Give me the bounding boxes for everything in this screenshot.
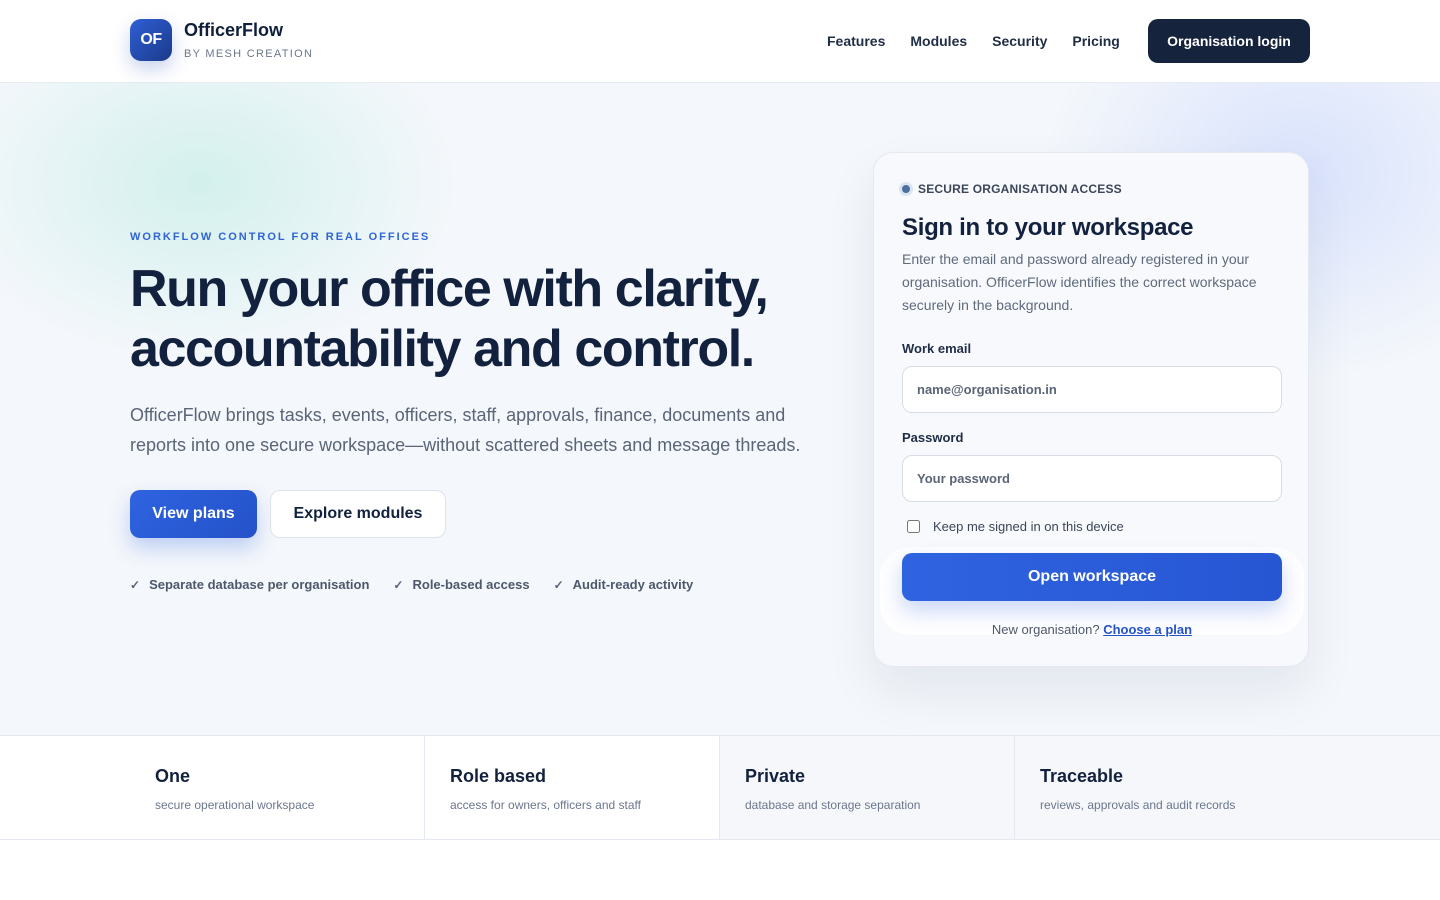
remember-me-label[interactable]: Keep me signed in on this device (933, 519, 1124, 534)
stats-strip: One secure operational workspace Role ba… (0, 735, 1440, 840)
login-card: SECURE ORGANISATION ACCESS Sign in to yo… (873, 152, 1309, 667)
check-icon: ✓ (393, 577, 404, 592)
secure-access-tag: SECURE ORGANISATION ACCESS (902, 182, 1122, 196)
new-organisation-prompt: New organisation? Choose a plan (874, 622, 1310, 637)
feature-checks: ✓ Separate database per organisation ✓ R… (130, 577, 693, 592)
new-org-text: New organisation? (991, 622, 1100, 637)
check-icon: ✓ (553, 577, 564, 592)
check-item: ✓ Audit-ready activity (554, 577, 694, 592)
check-label: Role-based access (412, 577, 530, 592)
check-icon: ✓ (130, 577, 141, 592)
stat-title: Traceable (1040, 766, 1124, 786)
organisation-login-button[interactable]: Organisation login (1148, 19, 1310, 63)
stat-card: One secure operational workspace (0, 736, 425, 839)
hero-headline: Run your office with clarity, accountabi… (130, 260, 769, 378)
secure-access-label: SECURE ORGANISATION ACCESS (918, 182, 1122, 196)
login-title: Sign in to your workspace (902, 214, 1194, 241)
hero-lead: OfficerFlow brings tasks, events, office… (130, 405, 801, 455)
choose-plan-link[interactable]: Choose a plan (1103, 622, 1192, 637)
check-label: Separate database per organisation (149, 577, 370, 592)
check-item: ✓ Role-based access (393, 577, 529, 592)
brand-logo[interactable]: OF (130, 19, 172, 61)
stat-card: Role based access for owners, officers a… (425, 736, 720, 839)
remember-me: Keep me signed in on this device (907, 519, 1124, 534)
status-dot-icon (902, 185, 910, 193)
nav-pricing[interactable]: Pricing (1072, 33, 1119, 49)
check-item: ✓ Separate database per organisation (130, 577, 369, 592)
main-nav: Features Modules Security Pricing (827, 33, 1145, 49)
explore-modules-button[interactable]: Explore modules (270, 490, 446, 538)
email-label: Work email (902, 341, 972, 356)
nav-security[interactable]: Security (992, 33, 1047, 49)
stat-card: Private database and storage separation (720, 736, 1015, 839)
stat-title: Role based (450, 766, 547, 786)
check-label: Audit-ready activity (572, 577, 694, 592)
nav-modules[interactable]: Modules (910, 33, 967, 49)
stat-title: One (155, 766, 191, 786)
site-header: OF OfficerFlow BY MESH CREATION Features… (0, 0, 1440, 83)
open-workspace-button[interactable]: Open workspace (902, 553, 1282, 601)
password-label: Password (902, 430, 964, 445)
remember-me-checkbox[interactable] (907, 520, 920, 533)
stat-description: database and storage separation (745, 798, 921, 812)
stat-description: access for owners, officers and staff (450, 798, 641, 812)
password-field[interactable] (902, 455, 1282, 502)
email-field[interactable] (902, 366, 1282, 413)
stat-card: Traceable reviews, approvals and audit r… (1015, 736, 1440, 839)
login-description: Enter the email and password already reg… (902, 251, 1257, 313)
stat-title: Private (745, 766, 806, 786)
stat-description: secure operational workspace (155, 798, 315, 812)
brand-tagline: BY MESH CREATION (184, 48, 314, 60)
view-plans-button[interactable]: View plans (130, 490, 257, 538)
hero-section: WORKFLOW CONTROL FOR REAL OFFICES Run yo… (0, 83, 1440, 735)
brand-name[interactable]: OfficerFlow (184, 20, 283, 41)
hero-eyebrow: WORKFLOW CONTROL FOR REAL OFFICES (130, 231, 431, 243)
nav-features[interactable]: Features (827, 33, 885, 49)
stat-description: reviews, approvals and audit records (1040, 798, 1236, 812)
